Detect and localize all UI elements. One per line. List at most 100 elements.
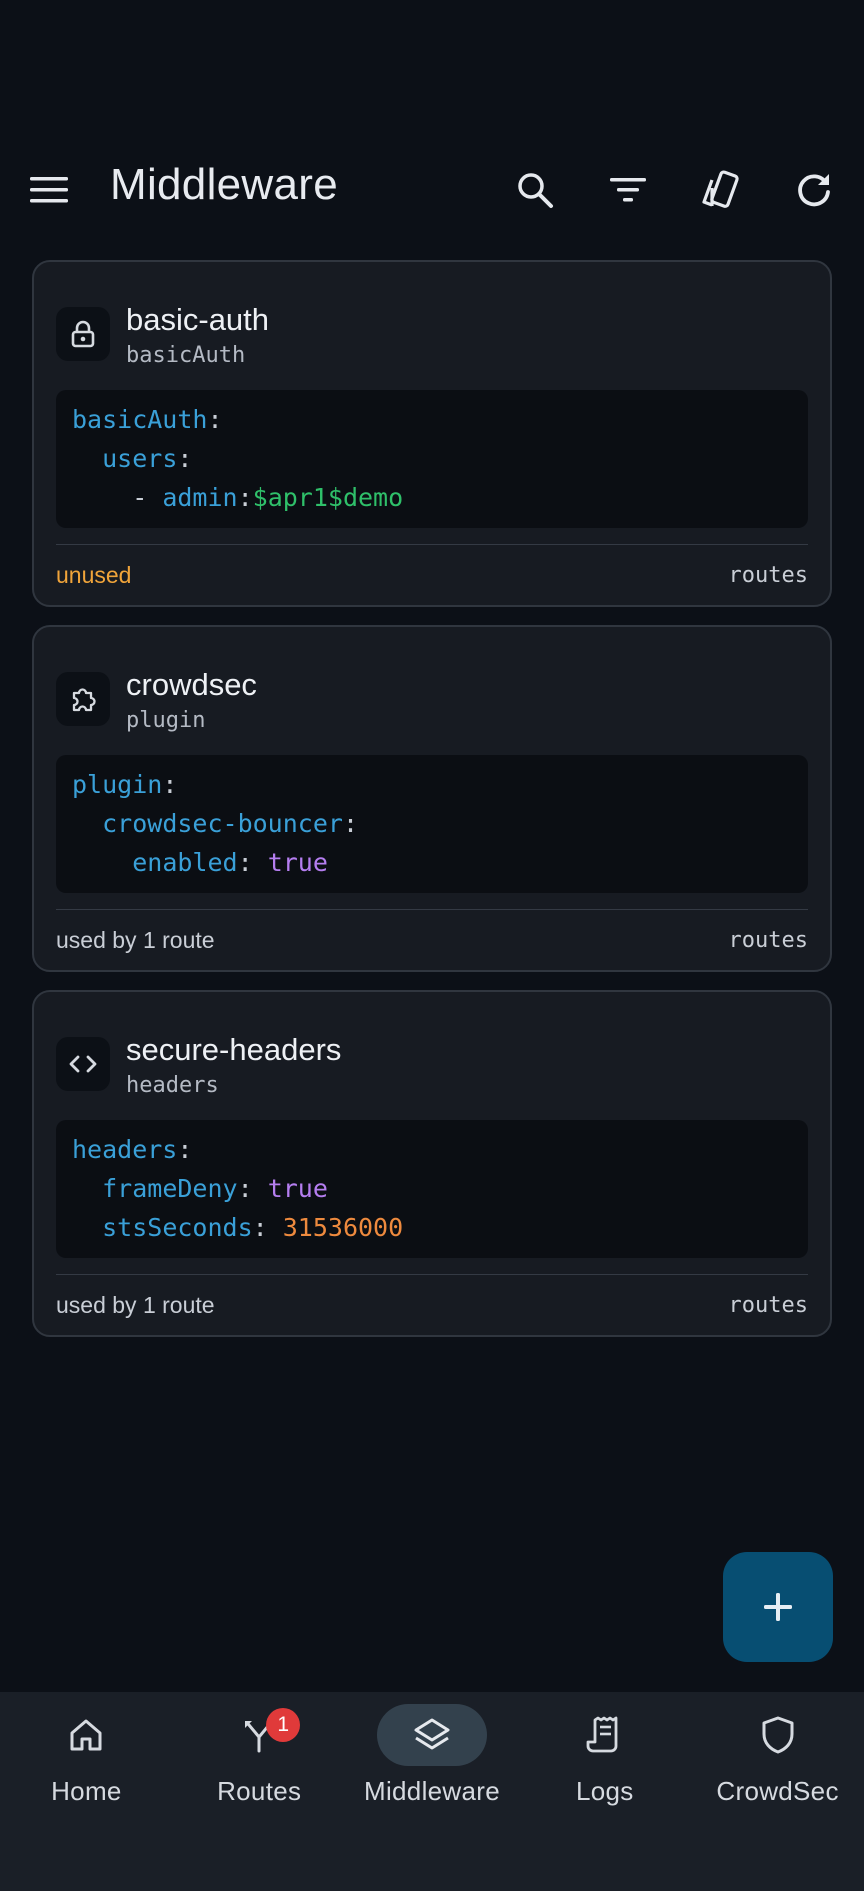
nav-label: Routes xyxy=(217,1776,302,1806)
middleware-type: headers xyxy=(126,1072,219,1098)
filter-icon xyxy=(610,178,646,202)
nav-icon-container: 1 xyxy=(204,1704,314,1766)
nav-icon-container xyxy=(376,1704,487,1766)
middleware-name: secure-headers xyxy=(126,1031,342,1067)
routes-link[interactable]: routes xyxy=(729,563,808,588)
middleware-card[interactable]: crowdsec plugin plugin: crowdsec-bouncer… xyxy=(32,625,832,972)
code-token: : xyxy=(207,405,223,434)
nav-icon-container xyxy=(550,1704,660,1766)
theme-cards-icon xyxy=(702,170,739,208)
code-token: frameDeny xyxy=(102,1174,238,1203)
card-icon-box xyxy=(56,1037,110,1091)
middleware-name: basic-auth xyxy=(126,301,270,337)
notification-badge: 1 xyxy=(266,1708,301,1742)
code-token: : xyxy=(177,444,193,473)
refresh-button[interactable] xyxy=(786,162,842,218)
card-header: crowdsec plugin xyxy=(56,627,808,745)
code-token: 31536000 xyxy=(282,1213,404,1242)
puzzle-icon xyxy=(72,688,96,712)
middleware-card[interactable]: secure-headers headers headers: frameDen… xyxy=(32,990,832,1337)
config-code-block: basicAuth: users: - admin:$apr1$demo xyxy=(56,390,808,528)
code-token: : xyxy=(342,809,358,838)
card-icon-box xyxy=(56,672,110,726)
code-token: basicAuth xyxy=(72,405,208,434)
code-token: enabled xyxy=(132,848,238,877)
layers-icon xyxy=(414,1718,450,1750)
nav-routes[interactable]: 1 Routes xyxy=(173,1692,346,1891)
home-icon xyxy=(70,1719,102,1751)
code-token: true xyxy=(267,848,328,877)
code-line: enabled: true xyxy=(72,843,792,882)
code-line: crowdsec-bouncer: xyxy=(72,804,792,843)
code-token: : xyxy=(252,1213,283,1242)
app-screen: Middleware basic-auth basicAuth basicAut… xyxy=(0,0,864,1891)
receipt-icon xyxy=(586,1716,618,1753)
add-middleware-button[interactable] xyxy=(723,1552,833,1662)
code-token: stsSeconds xyxy=(102,1213,253,1242)
theme-button[interactable] xyxy=(693,162,749,218)
config-code-block: plugin: crowdsec-bouncer: enabled: true xyxy=(56,755,808,893)
code-token: : xyxy=(237,483,253,512)
middleware-list: basic-auth basicAuth basicAuth: users: -… xyxy=(32,260,832,1355)
nav-icon-container xyxy=(723,1704,833,1766)
code-token: : xyxy=(237,1174,268,1203)
code-line: - admin:$apr1$demo xyxy=(72,478,792,517)
code-token: - xyxy=(72,483,163,512)
filter-button[interactable] xyxy=(600,162,656,218)
menu-button[interactable] xyxy=(30,170,82,210)
card-header: basic-auth basicAuth xyxy=(56,262,808,380)
refresh-icon xyxy=(798,174,830,207)
search-icon xyxy=(518,173,553,208)
nav-label: Logs xyxy=(575,1776,634,1806)
code-line: headers: xyxy=(72,1130,792,1169)
code-token: : xyxy=(162,770,178,799)
card-icon-box xyxy=(56,307,110,361)
nav-label: Middleware xyxy=(364,1776,500,1806)
code-token: $apr1$demo xyxy=(252,483,404,512)
lock-icon xyxy=(71,320,95,348)
nav-label: Home xyxy=(51,1776,122,1806)
code-line: stsSeconds: 31536000 xyxy=(72,1208,792,1247)
top-actions xyxy=(470,162,842,218)
nav-crowdsec[interactable]: CrowdSec xyxy=(691,1692,864,1891)
card-header: secure-headers headers xyxy=(56,992,808,1110)
nav-logs[interactable]: Logs xyxy=(518,1692,691,1891)
code-token: crowdsec-bouncer xyxy=(102,809,343,838)
code-line: frameDeny: true xyxy=(72,1169,792,1208)
code-token: plugin xyxy=(72,770,163,799)
card-footer: unused routes xyxy=(56,545,808,605)
config-code-block: headers: frameDeny: true stsSeconds: 315… xyxy=(56,1120,808,1258)
code-token: true xyxy=(267,1174,328,1203)
search-button[interactable] xyxy=(507,162,563,218)
middleware-type: plugin xyxy=(126,707,206,733)
code-line: users: xyxy=(72,439,792,478)
nav-icon-container xyxy=(31,1704,141,1766)
page-title: Middleware xyxy=(110,160,338,209)
code-line: plugin: xyxy=(72,765,792,804)
middleware-card[interactable]: basic-auth basicAuth basicAuth: users: -… xyxy=(32,260,832,607)
routes-link[interactable]: routes xyxy=(729,928,808,953)
code-line: basicAuth: xyxy=(72,400,792,439)
hamburger-menu-icon xyxy=(30,177,68,203)
routes-link[interactable]: routes xyxy=(729,1293,808,1318)
plus-icon xyxy=(764,1593,792,1621)
code-token: admin xyxy=(162,483,238,512)
code-token: : xyxy=(237,848,268,877)
card-footer: used by 1 route routes xyxy=(56,910,808,970)
middleware-type: basicAuth xyxy=(126,342,246,368)
usage-status: unused xyxy=(56,561,132,588)
usage-status: used by 1 route xyxy=(56,1291,215,1318)
usage-status: used by 1 route xyxy=(56,926,215,953)
nav-home[interactable]: Home xyxy=(0,1692,173,1891)
shield-icon xyxy=(762,1716,794,1754)
code-icon xyxy=(69,1055,97,1073)
top-app-bar: Middleware xyxy=(0,150,864,230)
nav-middleware[interactable]: Middleware xyxy=(346,1692,519,1891)
code-token: headers xyxy=(72,1135,178,1164)
middleware-name: crowdsec xyxy=(126,666,257,702)
